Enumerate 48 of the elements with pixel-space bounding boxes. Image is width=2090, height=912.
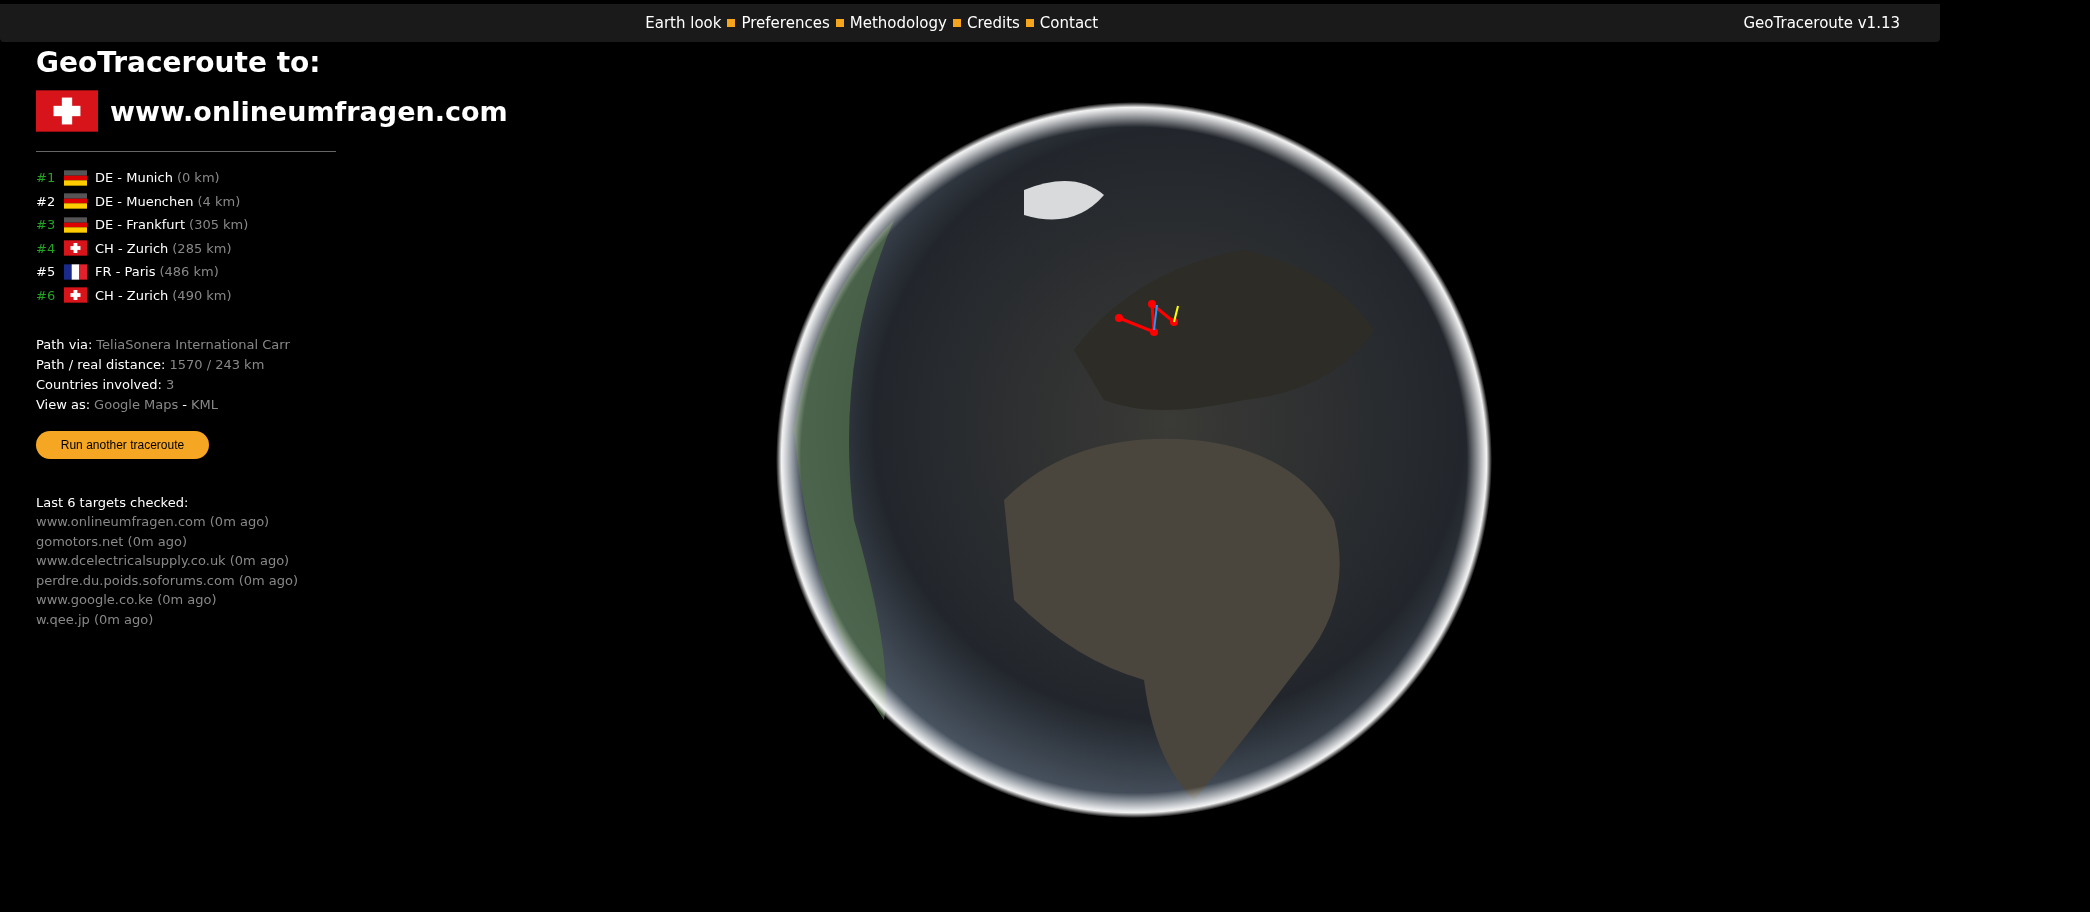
hop-number: #5: [36, 264, 57, 280]
hop-distance: (0 km): [176, 170, 220, 186]
info-value: 3: [165, 377, 175, 394]
nav-link[interactable]: Credits: [966, 14, 1020, 32]
separator-icon: [952, 19, 961, 27]
hop-distance: (4 km): [197, 193, 241, 209]
separator-icon: [1025, 19, 1034, 27]
info-label: Countries involved:: [36, 377, 162, 394]
nav-link[interactable]: Methodology: [849, 14, 947, 32]
version-label: GeoTraceroute v1.13: [1743, 14, 1900, 32]
hop-distance: (285 km): [172, 240, 232, 256]
view-link[interactable]: KML: [191, 397, 218, 417]
separator-icon: [727, 19, 736, 27]
hop-location: FR - Paris: [95, 264, 156, 280]
nav-link[interactable]: Contact: [1039, 14, 1099, 32]
recent-target-link[interactable]: www.google.co.ke (0m ago): [36, 592, 516, 612]
page-title: GeoTraceroute to:: [36, 46, 322, 79]
hop-distance: (490 km): [172, 287, 232, 303]
recent-title: Last 6 targets checked:: [36, 495, 190, 512]
hop-number: #4: [36, 240, 57, 256]
recent-target-link[interactable]: www.dcelectricalsupply.co.uk (0m ago): [36, 553, 516, 573]
hop-number: #6: [36, 287, 57, 303]
nav-link[interactable]: Earth look: [645, 14, 722, 32]
target-host: www.onlineumfragen.com: [110, 95, 508, 127]
info-label: Path / real distance:: [36, 357, 166, 374]
hop-number: #1: [36, 170, 57, 186]
hop-location: DE - Frankfurt: [95, 217, 186, 233]
recent-target-link[interactable]: w.qee.jp (0m ago): [36, 611, 516, 631]
hop-location: DE - Muenchen: [95, 193, 194, 209]
recent-target-link[interactable]: gomotors.net (0m ago): [36, 533, 516, 553]
hop-location: CH - Zurich: [95, 287, 169, 303]
info-value: TeliaSonera International Carr: [96, 337, 290, 354]
view-link[interactable]: Google Maps: [94, 397, 179, 417]
info-value: 1570 / 243 km: [169, 357, 265, 374]
info-label: View as:: [36, 397, 91, 414]
hop-location: CH - Zurich: [95, 240, 169, 256]
hop-distance: (305 km): [189, 217, 249, 233]
hop-distance: (486 km): [159, 264, 219, 280]
recent-target-link[interactable]: perdre.du.poids.soforums.com (0m ago): [36, 572, 516, 592]
recent-target-link[interactable]: www.onlineumfragen.com (0m ago): [36, 514, 516, 534]
separator-text: -: [182, 397, 187, 414]
hop-number: #2: [36, 193, 57, 209]
hop-location: DE - Munich: [95, 170, 173, 186]
run-traceroute-button[interactable]: Run another traceroute: [36, 431, 209, 459]
nav-link[interactable]: Preferences: [741, 14, 830, 32]
separator-icon: [835, 19, 844, 27]
hop-number: #3: [36, 217, 57, 233]
info-label: Path via:: [36, 337, 93, 354]
